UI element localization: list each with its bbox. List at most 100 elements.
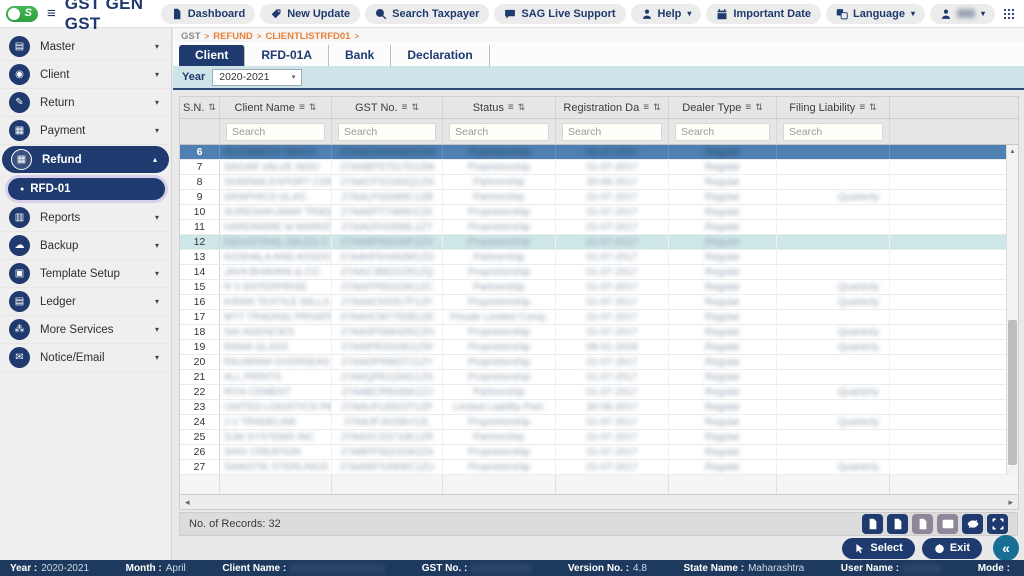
breadcrumb-item-refund[interactable]: REFUND	[213, 31, 253, 42]
records-count: No. of Records: 32	[189, 518, 281, 530]
table-row[interactable]: 16KIRAN TEXTILE MILLS27AAACK5317P1ZFProp…	[180, 295, 1006, 310]
row-cell-filing: Quarterly	[777, 340, 890, 354]
sort-icon[interactable]: ⇅	[309, 102, 317, 113]
sort-icon[interactable]: ⇅	[208, 102, 216, 113]
sag-logo-toggle[interactable]: S	[6, 6, 38, 22]
sidebar-item-payment[interactable]: ▦Payment▾	[0, 117, 171, 145]
table-row[interactable]: 17MTT TRADING PRIVATE27AAHCM7750B1ZEPriv…	[180, 310, 1006, 325]
year-select[interactable]: 2020-2021 ▾	[212, 69, 302, 86]
sort-icon[interactable]: ⇅	[653, 102, 661, 113]
column-header-filing-liability[interactable]: Filing Liability≡⇅	[777, 97, 890, 118]
breadcrumb-item-clientlistrfd01[interactable]: CLIENTLISTRFD01	[265, 31, 350, 42]
menu-hamburger-icon[interactable]: ≡	[47, 5, 56, 22]
search-input-registration-date[interactable]	[562, 123, 662, 141]
exit-button[interactable]: Exit	[922, 538, 982, 559]
table-row[interactable]: 15R V ENTERPRISE27AAFPR9163K1ZCPartnersh…	[180, 280, 1006, 295]
scroll-left-icon[interactable]: ◂	[185, 498, 190, 507]
sort-icon[interactable]: ⇅	[869, 102, 877, 113]
column-header-status[interactable]: Status≡⇅	[443, 97, 556, 118]
sidebar-item-refund[interactable]: ▦Refund▴	[2, 146, 169, 173]
mail-button[interactable]	[937, 514, 958, 534]
nav-user[interactable]: ▾	[930, 4, 995, 24]
sidebar-item-return[interactable]: ✎Return▾	[0, 89, 171, 117]
nav-help[interactable]: Help▾	[631, 4, 702, 24]
sidebar-item-master[interactable]: ▤Master▾	[0, 33, 171, 61]
table-row[interactable]: 9GRAPHICS GLAS27AALFG6589C1ZBPartnership…	[180, 190, 1006, 205]
nav-apps[interactable]	[1000, 4, 1018, 24]
horizontal-scrollbar[interactable]: ◂ ▸	[180, 495, 1018, 509]
hide-columns-button[interactable]	[962, 514, 983, 534]
sidebar-item-ledger[interactable]: ▤Ledger▾	[0, 288, 171, 316]
nav-search-taxpayer[interactable]: Search Taxpayer	[365, 4, 489, 24]
redacted-text: Regular	[705, 372, 740, 383]
nav-new-update[interactable]: New Update	[260, 4, 360, 24]
search-input-filing-liability[interactable]	[783, 123, 883, 141]
scroll-up-icon[interactable]: ▴	[1007, 145, 1018, 157]
search-input-gst-no[interactable]	[338, 123, 436, 141]
chevron-down-icon: ▾	[155, 42, 159, 51]
table-row[interactable]: 27SWASTIK STERLINGS27AAWFS4906C1ZUPropri…	[180, 460, 1006, 475]
column-menu-icon[interactable]: ≡	[859, 102, 865, 113]
tab-client[interactable]: Client	[179, 45, 245, 66]
redacted-text: Regular	[705, 237, 740, 248]
table-row[interactable]: 6AUTOMATIC INDUS27AAACA4453H1ZWProprieto…	[180, 145, 1006, 160]
table-row[interactable]: 21ALL PRINTS27AAQPA1194G1ZSProprietorshi…	[180, 370, 1006, 385]
vertical-scroll-thumb[interactable]	[1008, 320, 1017, 465]
nav-dashboard[interactable]: Dashboard	[161, 4, 255, 24]
table-row[interactable]: 20RAJARAM OVERSEAS27AAOFR6627J1ZYProprie…	[180, 355, 1006, 370]
sidebar-item-more-services[interactable]: ⁂More Services▾	[0, 316, 171, 344]
column-menu-icon[interactable]: ≡	[745, 102, 751, 113]
search-input-dealer-type[interactable]	[675, 123, 770, 141]
search-input-status[interactable]	[449, 123, 549, 141]
tab-declaration[interactable]: Declaration	[391, 45, 489, 66]
column-header-sn[interactable]: S.N.⇅	[180, 97, 220, 118]
table-row[interactable]: 18SAI AGENCIES27AASPS8642N1ZHProprietors…	[180, 325, 1006, 340]
table-row[interactable]: 25SJM SYSTEMS INC27AASCS3710E1ZRPartners…	[180, 430, 1006, 445]
row-cell-gst: 27AACFS2182Q1ZN	[332, 175, 443, 189]
column-header-gst-no[interactable]: GST No.≡⇅	[332, 97, 443, 118]
sidebar-item-reports[interactable]: ▥Reports▾	[0, 204, 171, 232]
row-cell-client: SHIV CREATION	[220, 445, 332, 459]
nav-language[interactable]: Language▾	[826, 4, 925, 24]
export-pdf-button[interactable]	[887, 514, 908, 534]
export-excel-button[interactable]	[862, 514, 883, 534]
sidebar-item-template-setup[interactable]: ▣Template Setup▾	[0, 260, 171, 288]
table-row[interactable]: 26SHIV CREATION27ABFPS6231M1ZAProprietor…	[180, 445, 1006, 460]
sidebar-item-backup[interactable]: ☁Backup▾	[0, 232, 171, 260]
vertical-scrollbar[interactable]: ▴	[1006, 145, 1018, 475]
table-row[interactable]: 19RAMA GLASS27AAIPR3318D1ZWProprietorshi…	[180, 340, 1006, 355]
sidebar-item-notice-email[interactable]: ✉Notice/Email▾	[0, 344, 171, 372]
column-header-registration-date[interactable]: Registration Da≡⇅	[556, 97, 669, 118]
table-row[interactable]: 24J V TRADELINK27AAJFJ4158V1ZLProprietor…	[180, 415, 1006, 430]
sidebar-item-rfd-01[interactable]: ●RFD-01	[8, 178, 165, 200]
column-header-dealer-type[interactable]: Dealer Type≡⇅	[669, 97, 777, 118]
table-row[interactable]: 7SAGAR VALVE INDU27AABPS7517D1ZMPropriet…	[180, 160, 1006, 175]
table-row[interactable]: 8SHARMA EXPORT CON27AACFS2182Q1ZNPartner…	[180, 175, 1006, 190]
collapse-panel-button[interactable]: «	[993, 535, 1019, 561]
sort-icon[interactable]: ⇅	[518, 102, 526, 113]
column-menu-icon[interactable]: ≡	[299, 102, 305, 113]
table-row[interactable]: 23UNITED LOGISTICS PART27AAUFU5923T1ZPLi…	[180, 400, 1006, 415]
column-menu-icon[interactable]: ≡	[508, 102, 514, 113]
table-row[interactable]: 12INDUSTRIAL SALES C27AABPN5240F1ZXPropr…	[180, 235, 1006, 250]
tab-bank[interactable]: Bank	[329, 45, 391, 66]
tab-rfd-01a[interactable]: RFD-01A	[245, 45, 329, 66]
table-row[interactable]: 11HARDWARE M MARKETING27AAGFH2958L1ZTPro…	[180, 220, 1006, 235]
table-row[interactable]: 13KOSHALA AND ASSOCI27AAHFK4462M1ZDPartn…	[180, 250, 1006, 265]
search-input-client-name[interactable]	[226, 123, 325, 141]
sidebar-item-client[interactable]: ◉Client▾	[0, 61, 171, 89]
column-menu-icon[interactable]: ≡	[643, 102, 649, 113]
nav-sag-live-support[interactable]: SAG Live Support	[494, 4, 625, 24]
fullscreen-button[interactable]	[987, 514, 1008, 534]
scroll-right-icon[interactable]: ▸	[1008, 498, 1013, 507]
select-button[interactable]: Select	[842, 538, 914, 559]
table-row[interactable]: 14JAYA BHAVANI & CO27AACJB8151R1ZQPropri…	[180, 265, 1006, 280]
column-header-client-name[interactable]: Client Name≡⇅	[220, 97, 332, 118]
sort-icon[interactable]: ⇅	[411, 102, 419, 113]
table-row[interactable]: 10SURESHKUMAR TRADERS27AAEPT7489H1ZKProp…	[180, 205, 1006, 220]
sort-icon[interactable]: ⇅	[755, 102, 763, 113]
column-menu-icon[interactable]: ≡	[402, 102, 408, 113]
table-row[interactable]: 22RIYA CEMENT27AABCR8345K1ZJPartnership0…	[180, 385, 1006, 400]
export-word-button[interactable]	[912, 514, 933, 534]
nav-important-date[interactable]: Important Date	[706, 4, 821, 24]
